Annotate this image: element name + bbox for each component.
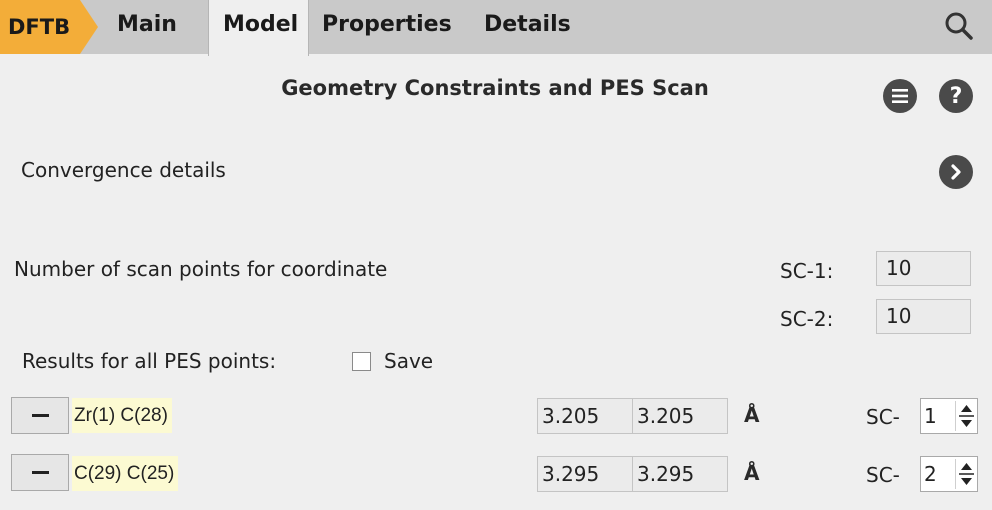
results-all-pes-label: Results for all PES points: [22, 349, 277, 373]
convergence-details-label[interactable]: Convergence details [21, 158, 226, 182]
constraint-end-input[interactable]: 3.295 [632, 456, 728, 492]
scan-coordinate-label: SC- [866, 405, 900, 429]
menu-icon[interactable] [883, 79, 917, 113]
panel-title: Geometry Constraints and PES Scan [281, 76, 709, 100]
constraint-start-input[interactable]: 3.295 [537, 456, 633, 492]
tab-dftb[interactable]: DFTB [0, 0, 98, 54]
unit-label: Å [744, 461, 760, 485]
scan-coordinate-value: 2 [924, 462, 937, 486]
tab-main[interactable]: Main [117, 0, 177, 54]
sc2-label: SC-2: [780, 307, 834, 331]
tab-details[interactable]: Details [484, 0, 571, 54]
constraint-atoms[interactable]: Zr(1) C(28) [72, 398, 172, 433]
constraint-atoms[interactable]: C(29) C(25) [72, 456, 179, 491]
scan-coordinate-spinner[interactable]: 1 [920, 398, 978, 434]
save-checkbox[interactable] [352, 352, 371, 371]
minus-icon [31, 471, 49, 474]
scan-coordinate-spinner[interactable]: 2 [920, 456, 978, 492]
tab-properties[interactable]: Properties [322, 0, 452, 54]
save-label[interactable]: Save [384, 349, 433, 373]
scan-points-label: Number of scan points for coordinate [14, 257, 388, 281]
spinner-arrows-icon[interactable] [955, 401, 976, 431]
tab-bar: DFTB Main Model Properties Details [0, 0, 992, 56]
search-icon[interactable] [942, 9, 976, 43]
constraint-end-input[interactable]: 3.205 [632, 398, 728, 434]
remove-constraint-button[interactable] [11, 454, 69, 491]
sc1-label: SC-1: [780, 259, 834, 283]
sc1-points-input[interactable]: 10 [876, 251, 971, 286]
scan-coordinate-label: SC- [866, 463, 900, 487]
scan-coordinate-value: 1 [924, 404, 937, 428]
unit-label: Å [744, 403, 760, 427]
help-icon[interactable]: ? [939, 79, 973, 113]
sc2-points-input[interactable]: 10 [876, 299, 971, 334]
chevron-right-icon[interactable] [939, 155, 973, 189]
remove-constraint-button[interactable] [11, 397, 69, 434]
minus-icon [31, 414, 49, 417]
constraint-start-input[interactable]: 3.205 [537, 398, 633, 434]
spinner-arrows-icon[interactable] [955, 459, 976, 489]
tab-model[interactable]: Model [208, 0, 309, 56]
